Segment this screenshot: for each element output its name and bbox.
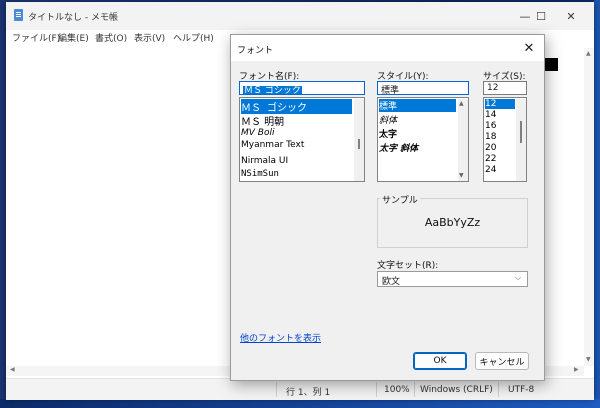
- font-dialog: フォント ✕ フォント名(F): ＭＳ ゴシック ＭＳ ゴシック ＭＳ 明朝 M…: [230, 34, 545, 381]
- desktop-background-right: [594, 0, 600, 408]
- style-input[interactable]: 標準: [377, 81, 469, 95]
- charset-select[interactable]: 欧文: [377, 271, 528, 287]
- sample-label: サンプル: [380, 193, 420, 206]
- dialog-title: フォント: [237, 46, 274, 56]
- font-name-input[interactable]: ＭＳ ゴシック: [239, 81, 365, 95]
- close-icon: ✕: [566, 9, 576, 23]
- menu-help[interactable]: ヘルプ(H): [173, 31, 214, 44]
- size-list-item[interactable]: 20: [485, 143, 496, 153]
- scroll-left-icon[interactable]: ◀: [10, 366, 15, 373]
- scroll-right-icon[interactable]: ▶: [574, 366, 579, 373]
- close-icon: ✕: [523, 40, 535, 56]
- scroll-up-icon[interactable]: ▲: [459, 100, 464, 107]
- cancel-button[interactable]: キャンセル: [475, 352, 529, 370]
- chevron-down-icon[interactable]: ⌵: [515, 273, 521, 283]
- style-list[interactable]: 標準 斜体 太字 太字 斜体 ▲ ▼: [377, 97, 469, 182]
- scroll-down-icon[interactable]: ▼: [586, 356, 591, 363]
- font-list-item[interactable]: Nirmala UI: [241, 156, 288, 166]
- cursor-position: 行 1、列 1: [286, 388, 331, 398]
- sample-preview: AaBbYyZz: [424, 216, 481, 229]
- size-list-item[interactable]: 14: [485, 110, 496, 120]
- size-input[interactable]: 12: [483, 81, 527, 95]
- size-list[interactable]: 12 14 16 18 20 22 24: [483, 97, 527, 182]
- show-more-fonts-link[interactable]: 他のフォントを表示: [240, 331, 321, 344]
- style-list-item[interactable]: 太字 斜体: [379, 141, 418, 154]
- font-list-item[interactable]: NSimSun: [241, 169, 279, 179]
- encoding: UTF-8: [508, 385, 535, 395]
- font-list-item[interactable]: ＭＳ 明朝: [241, 113, 284, 128]
- desktop-background-bottom: [0, 399, 600, 408]
- scroll-down-icon[interactable]: ▼: [459, 172, 464, 179]
- dialog-close-button[interactable]: ✕: [519, 39, 539, 57]
- menu-edit[interactable]: 編集(E): [58, 31, 89, 44]
- size-list-item[interactable]: 22: [485, 154, 496, 164]
- notepad-icon: [14, 9, 23, 21]
- style-list-item[interactable]: 標準: [379, 99, 456, 112]
- window-title: タイトルなし - メモ帳: [28, 13, 118, 23]
- ok-button[interactable]: OK: [413, 352, 467, 370]
- menu-format[interactable]: 書式(O): [95, 31, 127, 44]
- scroll-thumb[interactable]: [358, 139, 360, 149]
- charset-label: 文字セット(R):: [377, 261, 439, 271]
- font-list-scrollbar[interactable]: [354, 99, 364, 181]
- close-button[interactable]: ✕: [548, 2, 594, 30]
- size-list-item[interactable]: 12: [485, 99, 515, 109]
- scroll-thumb[interactable]: [520, 121, 522, 143]
- size-list-item[interactable]: 18: [485, 132, 496, 142]
- menu-view[interactable]: 表示(V): [134, 31, 165, 44]
- maximize-icon: ☐: [536, 9, 546, 23]
- size-list-item[interactable]: 24: [485, 165, 496, 175]
- font-list-item[interactable]: ＭＳ ゴシック: [241, 99, 352, 114]
- zoom-level: 100%: [384, 385, 410, 395]
- scroll-up-icon[interactable]: ▲: [586, 50, 591, 57]
- dialog-title-bar: [231, 35, 544, 61]
- font-name-list[interactable]: ＭＳ ゴシック ＭＳ 明朝 MV Boli Myanmar Text Nirma…: [239, 97, 365, 182]
- style-list-item[interactable]: 斜体: [379, 113, 397, 126]
- size-list-scrollbar[interactable]: [516, 99, 526, 181]
- style-list-item[interactable]: 太字: [379, 127, 397, 140]
- status-divider: [376, 382, 377, 397]
- style-list-scrollbar[interactable]: ▲ ▼: [458, 99, 468, 181]
- status-divider: [276, 382, 277, 397]
- status-divider: [414, 382, 415, 397]
- status-divider: [498, 382, 499, 397]
- vertical-scrollbar[interactable]: [584, 48, 594, 366]
- menu-file[interactable]: ファイル(F): [12, 31, 60, 44]
- font-list-item[interactable]: Myanmar Text: [241, 140, 304, 150]
- line-ending: Windows (CRLF): [420, 385, 493, 395]
- font-list-item[interactable]: MV Boli: [241, 128, 274, 138]
- size-list-item[interactable]: 16: [485, 121, 496, 131]
